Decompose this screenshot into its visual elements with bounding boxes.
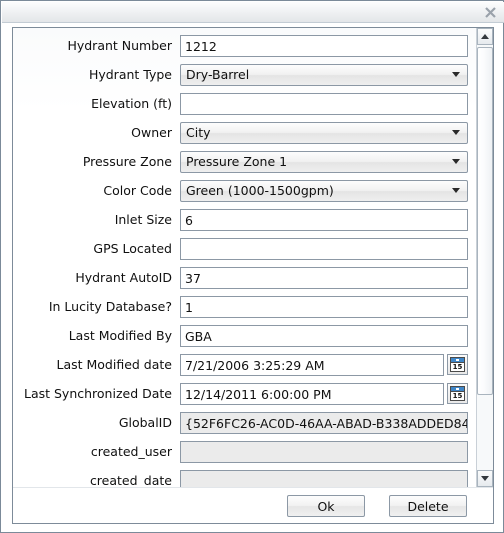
text-input[interactable] [180, 296, 468, 318]
form-row: created_date [13, 469, 468, 487]
calendar-icon-button[interactable]: 15 [447, 383, 468, 404]
field-label: In Lucity Database? [48, 299, 172, 314]
field-label: Inlet Size [114, 212, 172, 227]
dialog-panel: Hydrant Number Hydrant Type Dry-Barrel Elev… [12, 27, 494, 524]
field-label: Hydrant Number [67, 38, 172, 53]
chevron-down-icon [452, 159, 460, 164]
dropdown-select[interactable]: Pressure Zone 1 [180, 151, 468, 173]
field-control: Green (1000-1500gpm) [180, 180, 468, 202]
form-row: created_user [13, 440, 468, 464]
form-row: Color Code Green (1000-1500gpm) [13, 179, 468, 203]
form-row: Hydrant Type Dry-Barrel [13, 63, 468, 87]
scrollbar-track[interactable] [477, 45, 493, 470]
field-control [180, 267, 468, 289]
calendar-icon-day: 15 [452, 392, 463, 400]
form-row: Last Synchronized Date 15 [13, 382, 468, 406]
close-icon[interactable] [482, 5, 498, 20]
form-row: Inlet Size [13, 208, 468, 232]
field-control: 15 [180, 354, 468, 376]
text-input[interactable] [180, 209, 468, 231]
window-titlebar [2, 2, 504, 23]
calendar-icon: 15 [450, 357, 465, 372]
field-label: Color Code [103, 183, 172, 198]
chevron-down-icon [481, 476, 489, 481]
field-control: Dry-Barrel [180, 64, 468, 86]
form-scrollbar[interactable] [476, 28, 493, 487]
chevron-down-icon [452, 130, 460, 135]
text-input[interactable] [180, 35, 468, 57]
field-control [180, 412, 468, 434]
dropdown-select[interactable]: City [180, 122, 468, 144]
calendar-icon: 15 [450, 386, 465, 401]
field-control [180, 35, 468, 57]
calendar-icon-header [451, 358, 464, 363]
field-label: Last Modified date [56, 357, 172, 372]
field-label: GlobalID [118, 415, 172, 430]
field-control [180, 93, 468, 115]
field-label: Hydrant AutoID [75, 270, 172, 285]
chevron-down-icon [452, 188, 460, 193]
chevron-down-icon [452, 72, 460, 77]
calendar-icon-button[interactable]: 15 [447, 354, 468, 375]
text-input [180, 470, 468, 487]
field-label: Elevation (ft) [91, 96, 172, 111]
chevron-up-icon [481, 34, 489, 39]
scrollbar-down-button[interactable] [477, 470, 493, 487]
field-control: Pressure Zone 1 [180, 151, 468, 173]
dialog-footer: Ok Delete [13, 487, 493, 523]
delete-button[interactable]: Delete [389, 495, 467, 517]
field-label: Last Synchronized Date [23, 386, 172, 401]
field-control: 15 [180, 383, 468, 405]
ok-button[interactable]: Ok [287, 495, 365, 517]
date-input[interactable] [180, 354, 444, 376]
text-input [180, 441, 468, 463]
text-input [180, 412, 468, 434]
field-control [180, 296, 468, 318]
form-row: Last Modified date 15 [13, 353, 468, 377]
form-row: GPS Located [13, 237, 468, 261]
form-row: Last Modified By [13, 324, 468, 348]
dropdown-select[interactable]: Green (1000-1500gpm) [180, 180, 468, 202]
field-label: Hydrant Type [88, 67, 172, 82]
field-control [180, 441, 468, 463]
field-control [180, 325, 468, 347]
field-control [180, 238, 468, 260]
scrollbar-up-button[interactable] [477, 28, 493, 45]
text-input[interactable] [180, 238, 468, 260]
form-row: Elevation (ft) [13, 92, 468, 116]
field-label: Owner [131, 125, 172, 140]
form-row: Hydrant AutoID [13, 266, 468, 290]
dropdown-select[interactable]: Dry-Barrel [180, 64, 468, 86]
field-control: City [180, 122, 468, 144]
form-row: Hydrant Number [13, 34, 468, 58]
calendar-icon-day: 15 [452, 363, 463, 371]
form-scroll-viewport: Hydrant Number Hydrant Type Dry-Barrel Elev… [13, 28, 493, 487]
field-control [180, 209, 468, 231]
text-input[interactable] [180, 93, 468, 115]
calendar-icon-header [451, 387, 464, 392]
text-input[interactable] [180, 325, 468, 347]
attribute-form: Hydrant Number Hydrant Type Dry-Barrel Elev… [13, 34, 468, 487]
form-row: In Lucity Database? [13, 295, 468, 319]
text-input[interactable] [180, 267, 468, 289]
attribute-editor-window: Hydrant Number Hydrant Type Dry-Barrel Elev… [0, 0, 504, 533]
form-row: Pressure Zone Pressure Zone 1 [13, 150, 468, 174]
field-label: GPS Located [93, 241, 172, 256]
field-label: created_date [89, 473, 172, 488]
date-input[interactable] [180, 383, 444, 405]
field-label: Pressure Zone [82, 154, 172, 169]
form-row: GlobalID [13, 411, 468, 435]
scrollbar-thumb[interactable] [477, 47, 493, 395]
field-label: created_user [90, 444, 172, 459]
form-row: Owner City [13, 121, 468, 145]
field-label: Last Modified By [68, 328, 172, 343]
field-control [180, 470, 468, 487]
